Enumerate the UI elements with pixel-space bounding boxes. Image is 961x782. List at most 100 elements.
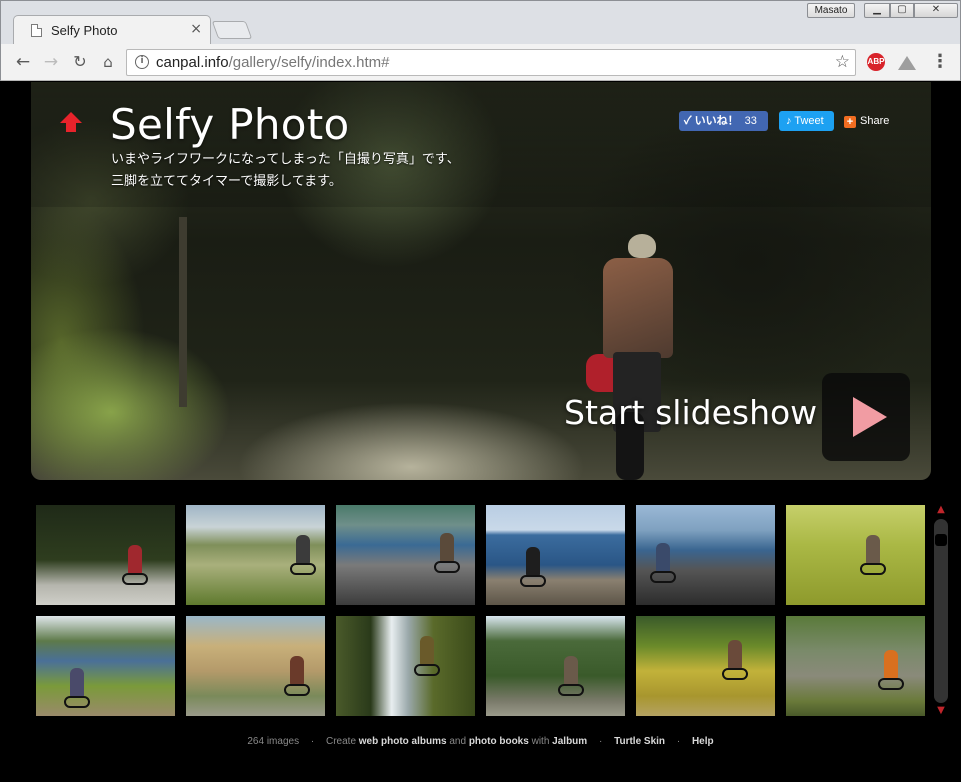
scrollbar-thumb[interactable] bbox=[935, 534, 947, 546]
new-tab-button[interactable] bbox=[211, 21, 253, 39]
scrollbar-track[interactable] bbox=[934, 519, 948, 703]
thumbnail-sea-road[interactable] bbox=[636, 505, 775, 605]
tweet-button[interactable]: ♪ Tweet bbox=[779, 111, 834, 131]
thumbnail-cyclist bbox=[440, 533, 454, 563]
thumbnail-park-steps[interactable] bbox=[186, 505, 325, 605]
gallery-page: Selfy Photo いまやライフワークになってしまった「自撮り写真」です、 … bbox=[0, 82, 961, 782]
maximize-button[interactable]: ▢ bbox=[890, 3, 914, 18]
like-count: 33 bbox=[744, 115, 757, 127]
hero-banner: Selfy Photo いまやライフワークになってしまった「自撮り写真」です、 … bbox=[31, 82, 931, 480]
menu-icon[interactable]: ⋮ bbox=[931, 50, 949, 74]
thumbnail-cyclist bbox=[728, 640, 742, 670]
footer-separator: · bbox=[598, 736, 603, 747]
url-host: canpal.info bbox=[156, 54, 229, 71]
photo-books-link[interactable]: photo books bbox=[469, 736, 529, 747]
thumbnail-cyclist bbox=[290, 656, 304, 686]
url-path: /gallery/selfy/index.htm# bbox=[228, 54, 390, 71]
thumbnail-old-house[interactable] bbox=[186, 616, 325, 716]
thumbnail-bicycle bbox=[122, 573, 148, 585]
thumbnail-cyclist bbox=[70, 668, 84, 698]
play-slideshow-button[interactable] bbox=[822, 373, 910, 461]
thumbnail-seaside-road[interactable] bbox=[336, 505, 475, 605]
thumbnail-waterfall[interactable] bbox=[336, 616, 475, 716]
page-title: Selfy Photo bbox=[110, 100, 350, 149]
hero-photo-helmet bbox=[628, 234, 656, 258]
and-text: and bbox=[449, 736, 467, 747]
thumbnail-bicycle bbox=[650, 571, 676, 583]
thumbnail-bicycle bbox=[520, 575, 546, 587]
description-line-1: いまやライフワークになってしまった「自撮り写真」です、 bbox=[111, 152, 460, 167]
description-line-2: 三脚を立ててタイマーで撮影してます。 bbox=[111, 174, 342, 189]
thumbnail-cyclist bbox=[564, 656, 578, 686]
help-link[interactable]: Help bbox=[692, 736, 714, 747]
thumbnail-rice-field[interactable] bbox=[786, 505, 925, 605]
start-slideshow-label[interactable]: Start slideshow bbox=[564, 393, 817, 432]
back-icon[interactable]: ← bbox=[11, 50, 35, 74]
browser-toolbar: ← → ↻ ⌂ i canpal.info/gallery/selfy/inde… bbox=[0, 44, 961, 81]
with-text: with bbox=[531, 736, 550, 747]
star-icon[interactable]: ☆ bbox=[835, 52, 850, 72]
hero-photo-signpost bbox=[179, 217, 187, 407]
address-bar[interactable]: i canpal.info/gallery/selfy/index.htm# ☆ bbox=[126, 49, 856, 76]
tweet-label: Tweet bbox=[794, 115, 824, 127]
thumbnail-grid bbox=[36, 505, 926, 717]
forward-icon[interactable]: → bbox=[39, 50, 63, 74]
scroll-down-icon[interactable]: ▼ bbox=[934, 706, 948, 716]
close-tab-icon[interactable]: × bbox=[190, 21, 202, 37]
drive-icon[interactable] bbox=[898, 56, 916, 70]
url-text[interactable]: canpal.info/gallery/selfy/index.htm# bbox=[156, 54, 389, 71]
profile-button[interactable]: Masato bbox=[807, 3, 855, 18]
hero-photo-cyclist bbox=[603, 258, 673, 358]
thumbnail-mountain-village[interactable] bbox=[486, 616, 625, 716]
tab-title: Selfy Photo bbox=[51, 23, 118, 38]
like-label: いいね！ bbox=[694, 115, 739, 127]
thumbnail-bicycle bbox=[284, 684, 310, 696]
share-button[interactable]: + Share bbox=[844, 111, 904, 131]
browser-tab-strip: Selfy Photo × Masato ▁ ▢ ✕ bbox=[0, 0, 961, 45]
thumbnail-bicycle bbox=[878, 678, 904, 690]
up-arrow-icon[interactable] bbox=[60, 112, 82, 134]
thumbnail-bicycle bbox=[860, 563, 886, 575]
thumbnail-forest-road[interactable] bbox=[36, 505, 175, 605]
close-window-button[interactable]: ✕ bbox=[914, 3, 958, 18]
turtle-skin-link[interactable]: Turtle Skin bbox=[614, 736, 665, 747]
page-footer: 264 images · Create web photo albums and… bbox=[0, 736, 961, 747]
thumbnail-bicycle bbox=[290, 563, 316, 575]
thumbnail-village-river[interactable] bbox=[36, 616, 175, 716]
thumbnail-scrollbar[interactable]: ▲ ▼ bbox=[934, 505, 948, 720]
thumbnail-bicycle bbox=[64, 696, 90, 708]
adblock-icon[interactable]: ABP bbox=[867, 53, 885, 71]
play-icon bbox=[853, 397, 887, 437]
page-icon bbox=[31, 24, 42, 37]
share-plus-icon: + bbox=[844, 116, 856, 128]
thumbnail-rural-path[interactable] bbox=[786, 616, 925, 716]
home-icon[interactable]: ⌂ bbox=[96, 50, 120, 74]
thumbnail-cyclist bbox=[128, 545, 142, 575]
thumbnail-cyclist bbox=[526, 547, 540, 577]
image-count: 264 images bbox=[247, 736, 300, 747]
create-text: Create bbox=[325, 736, 356, 747]
thumbnail-bicycle bbox=[414, 664, 440, 676]
tab-selfy-photo[interactable]: Selfy Photo × bbox=[13, 15, 211, 45]
page-description: いまやライフワークになってしまった「自撮り写真」です、 三脚を立ててタイマーで撮… bbox=[111, 149, 460, 193]
reload-icon[interactable]: ↻ bbox=[68, 50, 92, 74]
thumbnail-cyclist bbox=[296, 535, 310, 565]
thumbnail-bicycle bbox=[722, 668, 748, 680]
jalbum-link[interactable]: Jalbum bbox=[552, 736, 587, 747]
web-photo-albums-link[interactable]: web photo albums bbox=[359, 736, 447, 747]
thumbnail-bicycle bbox=[434, 561, 460, 573]
footer-separator: · bbox=[310, 736, 315, 747]
thumbnail-cyclist bbox=[884, 650, 898, 680]
thumbnail-cyclist bbox=[656, 543, 670, 573]
share-label: Share bbox=[860, 115, 890, 127]
thumb-check-icon: ✓ bbox=[684, 115, 695, 127]
minimize-button[interactable]: ▁ bbox=[864, 3, 890, 18]
info-icon[interactable]: i bbox=[135, 55, 149, 69]
facebook-like-button[interactable]: ✓ いいね！ 33 bbox=[679, 111, 768, 131]
scroll-up-icon[interactable]: ▲ bbox=[934, 505, 948, 515]
thumbnail-cyclist bbox=[866, 535, 880, 565]
thumbnail-cyclist bbox=[420, 636, 434, 666]
thumbnail-sea-backlit[interactable] bbox=[486, 505, 625, 605]
thumbnail-bicycle bbox=[558, 684, 584, 696]
thumbnail-rice-terrace[interactable] bbox=[636, 616, 775, 716]
